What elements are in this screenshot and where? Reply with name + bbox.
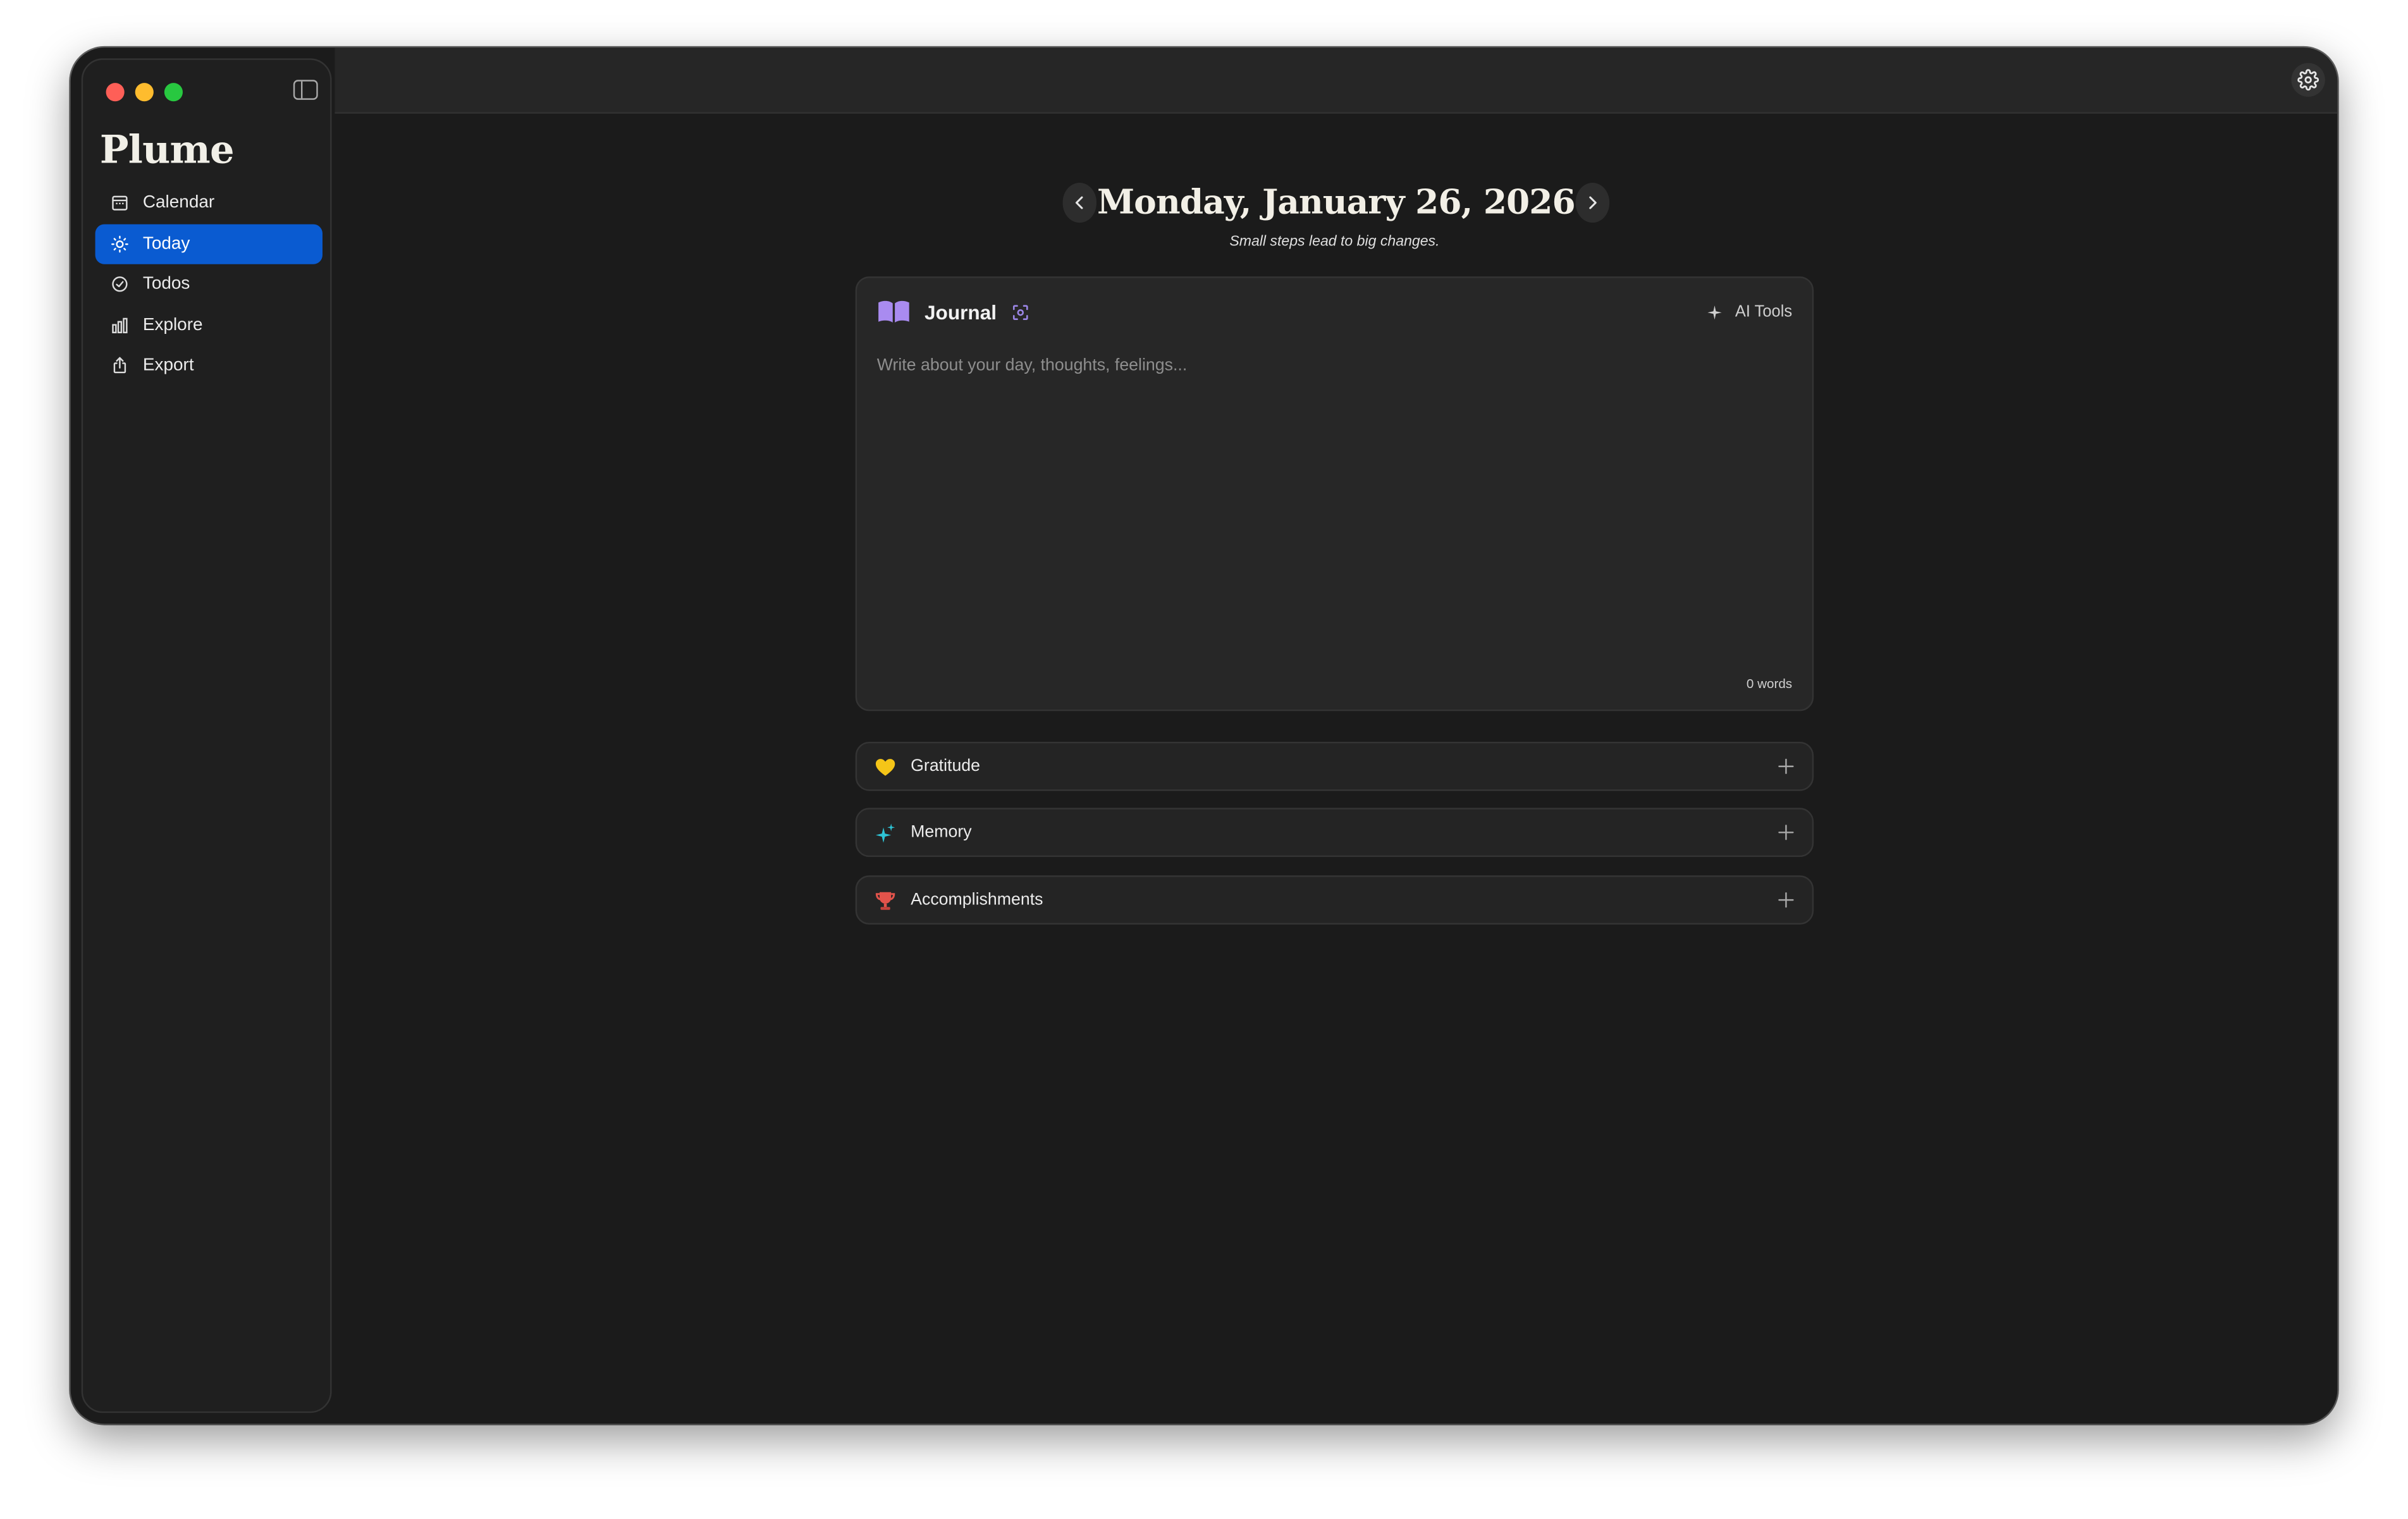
app-title: Plume	[99, 127, 235, 172]
section-label: Gratitude	[911, 757, 981, 776]
memory-section[interactable]: Memory	[855, 808, 1814, 858]
open-book-icon	[878, 300, 909, 323]
sidebar-item-label: Todos	[142, 274, 190, 293]
chevron-right-icon	[1588, 196, 1597, 209]
sidebar-item-label: Calendar	[142, 193, 215, 212]
journal-title: Journal	[924, 300, 997, 324]
trophy-icon	[874, 889, 897, 911]
journal-card: Journal AI Tools Write about your day, t…	[855, 276, 1814, 711]
sidebar-nav: Calendar Today Todos Explore Export	[95, 183, 322, 386]
sparkles-icon	[874, 821, 897, 844]
minimize-window-button[interactable]	[135, 83, 154, 102]
close-window-button[interactable]	[106, 83, 125, 102]
word-count: 0 words	[1746, 675, 1793, 691]
sidebar-item-label: Today	[142, 234, 190, 253]
sidebar-item-today[interactable]: Today	[95, 223, 322, 264]
journal-text-area[interactable]: Write about your day, thoughts, feelings…	[877, 356, 1188, 374]
next-day-button[interactable]	[1575, 182, 1610, 223]
section-label: Accomplishments	[911, 890, 1043, 909]
section-label: Memory	[911, 823, 972, 842]
ai-tools-label: AI Tools	[1735, 302, 1793, 321]
plus-icon[interactable]	[1777, 891, 1795, 909]
journal-header: Journal AI Tools	[877, 298, 1792, 326]
check-circle-icon	[109, 273, 130, 295]
sidebar-item-export[interactable]: Export	[95, 345, 322, 385]
sidebar-toggle-icon[interactable]	[293, 80, 318, 100]
date-navigator: Monday, January 26, 2026	[1062, 181, 1610, 224]
sidebar-item-calendar[interactable]: Calendar	[95, 183, 322, 223]
page-title: Monday, January 26, 2026	[1096, 182, 1576, 223]
zoom-window-button[interactable]	[164, 83, 183, 102]
yellow-heart-icon	[874, 755, 897, 778]
share-icon	[109, 355, 130, 376]
calendar-icon	[109, 192, 130, 214]
focus-mode-icon[interactable]	[1010, 302, 1031, 322]
ai-tools-button[interactable]: AI Tools	[1706, 302, 1792, 321]
bar-chart-icon	[109, 314, 130, 336]
sidebar-item-todos[interactable]: Todos	[95, 264, 322, 304]
title-bar	[335, 47, 2338, 114]
gratitude-section[interactable]: Gratitude	[855, 741, 1814, 791]
accomplishments-section[interactable]: Accomplishments	[855, 875, 1814, 925]
sidebar: Plume Calendar Today Todos Explore Expor…	[81, 58, 332, 1413]
chevron-left-icon	[1076, 196, 1083, 209]
plus-icon[interactable]	[1777, 823, 1795, 842]
sidebar-item-label: Explore	[142, 316, 203, 335]
sun-icon	[109, 233, 130, 254]
app-window: Plume Calendar Today Todos Explore Expor…	[70, 47, 2338, 1424]
daily-quote: Small steps lead to big changes.	[1229, 233, 1440, 250]
sparkle-icon	[1707, 304, 1722, 319]
main-content: Monday, January 26, 2026 Small steps lea…	[335, 114, 2337, 1424]
settings-button[interactable]	[2291, 63, 2325, 97]
sidebar-item-explore[interactable]: Explore	[95, 305, 322, 345]
gear-icon	[2297, 69, 2319, 91]
sidebar-item-label: Export	[142, 356, 194, 375]
previous-day-button[interactable]	[1062, 182, 1097, 223]
plus-icon[interactable]	[1777, 757, 1795, 775]
